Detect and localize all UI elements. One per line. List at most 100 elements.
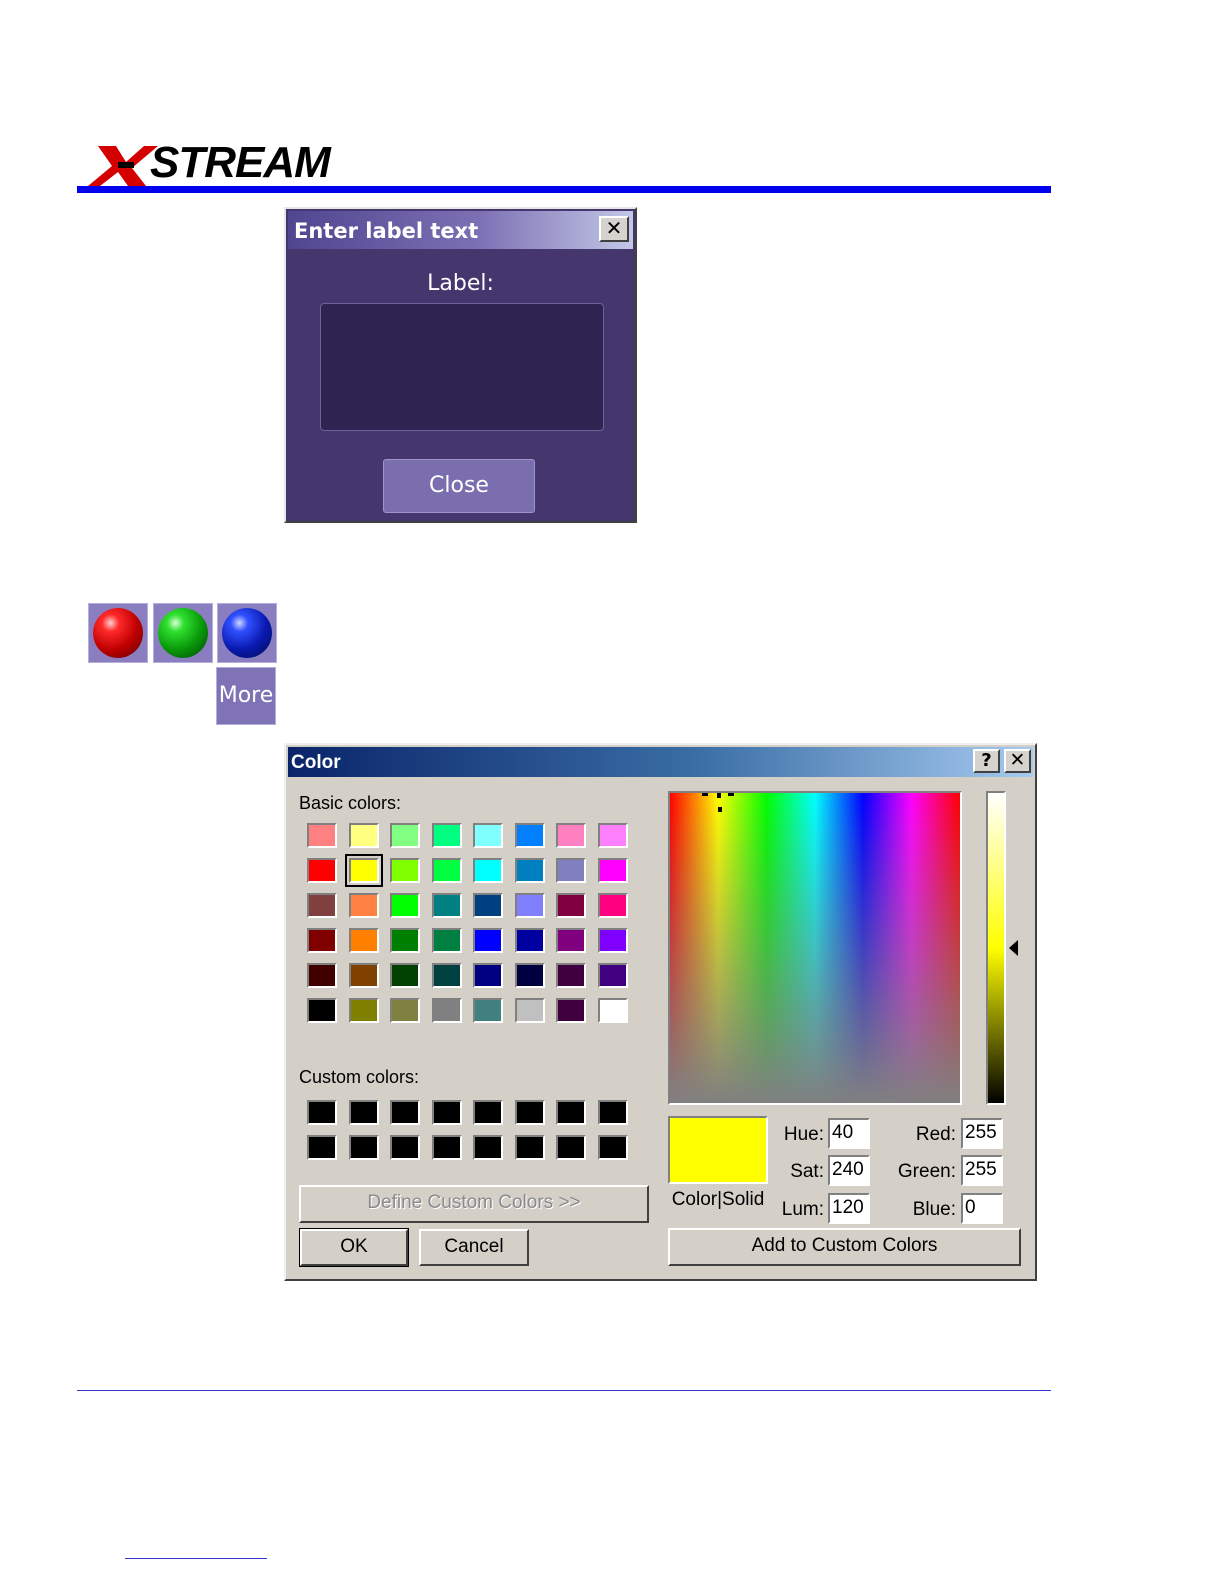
basic-color-swatch[interactable] (307, 858, 337, 883)
basic-color-swatch[interactable] (514, 893, 545, 918)
basic-color-swatch[interactable] (390, 858, 420, 883)
basic-color-swatch[interactable] (556, 998, 586, 1023)
basic-color-swatch[interactable] (556, 893, 586, 918)
basic-color-swatch[interactable] (307, 893, 337, 918)
basic-color-swatch[interactable] (390, 928, 420, 953)
basic-color-swatch[interactable] (307, 823, 337, 848)
label-text-input[interactable] (320, 303, 604, 431)
close-button[interactable]: Close (383, 459, 535, 513)
x-stream-logo: STREAM (150, 138, 331, 188)
basic-color-swatch[interactable] (473, 928, 503, 953)
basic-color-swatch[interactable] (348, 893, 379, 918)
custom-color-swatch[interactable] (597, 1100, 628, 1125)
basic-color-swatch[interactable] (597, 893, 628, 918)
basic-color-swatch[interactable] (473, 823, 503, 848)
basic-color-swatch[interactable] (514, 823, 545, 848)
color-dialog-titlebar[interactable]: Color (288, 747, 1033, 777)
label-field-label: Label: (427, 271, 494, 296)
basic-color-swatch[interactable] (514, 963, 545, 988)
custom-colors-label: Custom colors: (299, 1067, 420, 1087)
basic-color-swatch[interactable] (348, 928, 379, 953)
custom-color-swatch[interactable] (431, 1100, 462, 1125)
sat-input[interactable]: 240 (828, 1155, 870, 1186)
green-color-button[interactable] (153, 603, 213, 663)
luminance-arrow-icon[interactable] (1009, 940, 1018, 956)
lum-input[interactable]: 120 (828, 1193, 870, 1224)
cancel-button[interactable]: Cancel (419, 1229, 529, 1266)
blue-color-button[interactable] (217, 603, 277, 663)
basic-color-swatch[interactable] (431, 893, 462, 918)
label-dialog-titlebar[interactable]: Enter label text (288, 211, 633, 249)
basic-color-swatch[interactable] (431, 928, 462, 953)
label-dialog: Enter label text ✕ Label: Close (284, 207, 637, 523)
custom-color-swatch[interactable] (390, 1135, 420, 1160)
define-custom-colors-button[interactable]: Define Custom Colors >> (299, 1185, 649, 1223)
red-label: Red: (915, 1124, 956, 1145)
basic-color-swatch[interactable] (390, 893, 420, 918)
basic-color-swatch[interactable] (556, 858, 586, 883)
custom-color-swatch[interactable] (390, 1100, 420, 1125)
basic-color-swatch[interactable] (390, 998, 420, 1023)
basic-color-swatch[interactable] (556, 823, 586, 848)
custom-color-swatch[interactable] (348, 1100, 379, 1125)
basic-color-swatch[interactable] (473, 998, 503, 1023)
custom-color-swatch[interactable] (473, 1135, 503, 1160)
basic-color-swatch[interactable] (348, 823, 379, 848)
custom-color-swatch[interactable] (514, 1135, 545, 1160)
basic-colors-grid (302, 818, 634, 1028)
footer-link-underline (125, 1558, 267, 1559)
basic-color-swatch[interactable] (556, 928, 586, 953)
basic-color-swatch[interactable] (514, 998, 545, 1023)
basic-color-swatch[interactable] (597, 858, 628, 883)
custom-color-swatch[interactable] (556, 1135, 586, 1160)
custom-color-swatch[interactable] (556, 1100, 586, 1125)
custom-color-swatch[interactable] (431, 1135, 462, 1160)
green-input[interactable]: 255 (961, 1155, 1003, 1186)
basic-color-swatch[interactable] (307, 998, 337, 1023)
custom-color-swatch[interactable] (307, 1100, 337, 1125)
color-dialog: Color ? ✕ Basic colors: Custom colors: D… (284, 743, 1037, 1281)
basic-color-swatch[interactable] (307, 928, 337, 953)
basic-color-swatch[interactable] (514, 928, 545, 953)
close-icon[interactable]: ✕ (599, 216, 629, 242)
custom-color-swatch[interactable] (597, 1135, 628, 1160)
basic-color-swatch[interactable] (514, 858, 545, 883)
hue-input[interactable]: 40 (828, 1118, 870, 1149)
basic-color-swatch[interactable] (431, 823, 462, 848)
basic-color-swatch[interactable] (473, 963, 503, 988)
basic-color-swatch[interactable] (597, 823, 628, 848)
blue-input[interactable]: 0 (961, 1193, 1003, 1224)
basic-color-swatch[interactable] (390, 823, 420, 848)
basic-color-swatch[interactable] (344, 854, 383, 887)
add-to-custom-colors-button[interactable]: Add to Custom Colors (668, 1228, 1021, 1266)
custom-color-swatch[interactable] (473, 1100, 503, 1125)
basic-color-swatch[interactable] (473, 893, 503, 918)
close-icon[interactable]: ✕ (1004, 749, 1031, 773)
help-icon[interactable]: ? (973, 749, 1000, 773)
footer-rule (77, 1390, 1051, 1391)
ok-button[interactable]: OK (299, 1228, 409, 1267)
custom-color-swatch[interactable] (348, 1135, 379, 1160)
hue-saturation-spectrum[interactable] (668, 791, 962, 1105)
basic-color-swatch[interactable] (597, 998, 628, 1023)
basic-color-swatch[interactable] (431, 998, 462, 1023)
custom-color-swatch[interactable] (307, 1135, 337, 1160)
basic-color-swatch[interactable] (390, 963, 420, 988)
basic-color-swatch[interactable] (348, 963, 379, 988)
custom-color-swatch[interactable] (514, 1100, 545, 1125)
red-ball-icon (93, 608, 143, 658)
basic-color-swatch[interactable] (597, 963, 628, 988)
basic-color-swatch[interactable] (473, 858, 503, 883)
basic-color-swatch[interactable] (556, 963, 586, 988)
basic-color-swatch[interactable] (307, 963, 337, 988)
basic-color-swatch[interactable] (597, 928, 628, 953)
lum-label: Lum: (781, 1199, 824, 1220)
luminance-slider[interactable] (986, 791, 1006, 1105)
basic-color-swatch[interactable] (431, 858, 462, 883)
blue-ball-icon (222, 608, 272, 658)
more-colors-button[interactable]: More (216, 667, 276, 725)
red-color-button[interactable] (88, 603, 148, 663)
red-input[interactable]: 255 (961, 1118, 1003, 1149)
basic-color-swatch[interactable] (431, 963, 462, 988)
basic-color-swatch[interactable] (348, 998, 379, 1023)
